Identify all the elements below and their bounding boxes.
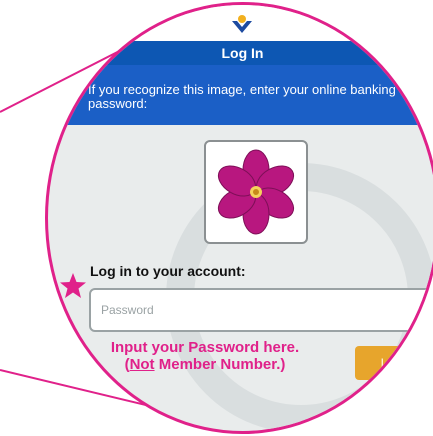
logo-strip [48,5,433,41]
callout-line-1: Input your Password here. [110,339,300,356]
login-section-heading: Log in to your account: [90,263,246,279]
flower-image [217,149,295,235]
callout-emphasis: Not [129,356,155,373]
page-title: Log In [221,45,264,61]
security-image [204,140,308,244]
password-instruction-callout: Input your Password here. (Not Member Nu… [85,339,325,373]
callout-line-2: (Not Member Number.) [124,356,286,373]
password-input[interactable] [89,288,433,332]
bank-logo-icon [232,15,252,33]
security-image-prompt: If you recognize this image, enter your … [88,82,396,111]
star-marker-icon [60,273,86,298]
header-bar: Log In [48,41,433,65]
login-button[interactable]: Log In [355,346,433,380]
bank-logo [230,11,296,37]
